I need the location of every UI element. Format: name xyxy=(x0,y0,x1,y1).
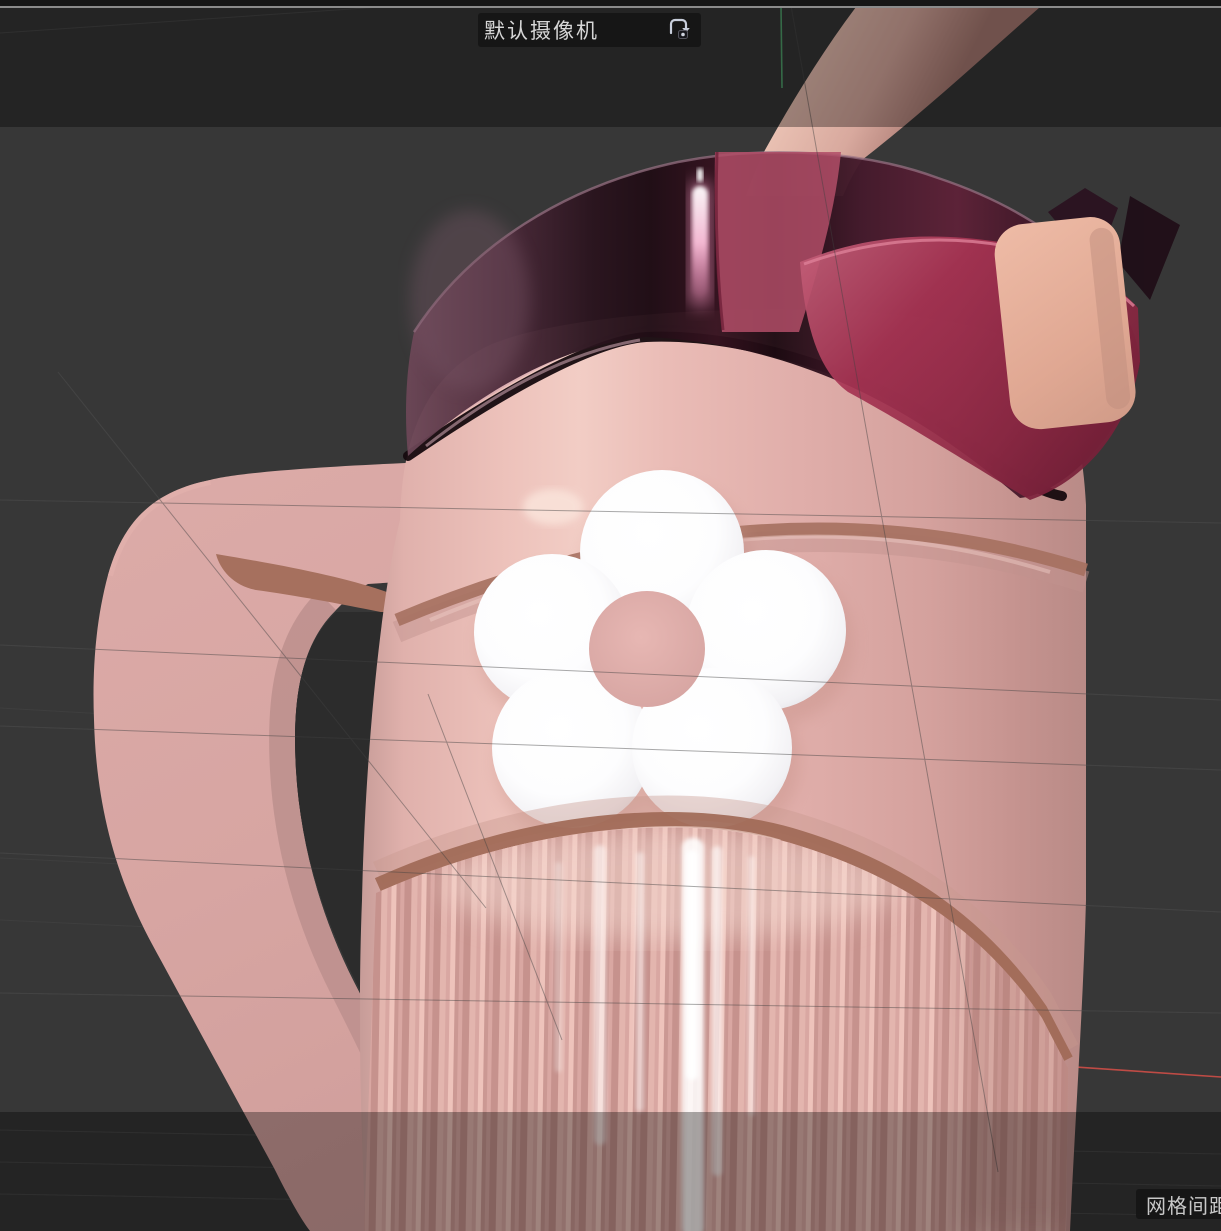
grid-spacing-label: 网格间距 xyxy=(1136,1189,1221,1219)
flower-center xyxy=(589,591,705,707)
grid-spacing-text: 网格间距 xyxy=(1146,1190,1221,1219)
lid-flip-tab xyxy=(992,214,1139,432)
camera-switch-icon[interactable] xyxy=(663,13,693,48)
passepartout-bottom xyxy=(0,1112,1221,1231)
top-bar-divider xyxy=(0,6,1221,8)
camera-selector[interactable]: 默认摄像机 xyxy=(478,13,701,47)
viewport-canvas[interactable] xyxy=(0,0,1221,1231)
camera-name-label: 默认摄像机 xyxy=(484,15,599,45)
top-bar xyxy=(0,0,1221,6)
viewport-3d[interactable]: 默认摄像机 网格间距 xyxy=(0,0,1221,1231)
